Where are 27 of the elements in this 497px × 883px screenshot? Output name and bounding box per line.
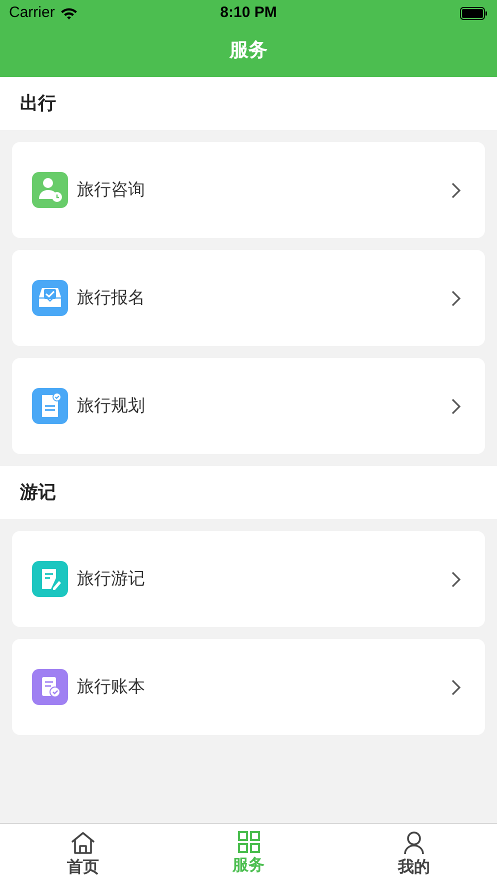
page-title: 服务 xyxy=(230,39,268,64)
carrier-label: Carrier xyxy=(9,2,55,23)
service-item[interactable]: 旅行账本 xyxy=(12,639,485,735)
grid-icon xyxy=(238,831,260,853)
item-label: 旅行账本 xyxy=(77,676,145,698)
tab-item[interactable]: 我的 xyxy=(331,824,497,883)
chevron-right-icon xyxy=(451,398,461,414)
item-label: 旅行游记 xyxy=(77,568,145,590)
service-item[interactable]: 旅行规划 xyxy=(12,358,485,454)
item-label: 旅行咨询 xyxy=(77,179,145,202)
section-title: 游记 xyxy=(20,481,56,504)
home-icon xyxy=(70,831,96,855)
chevron-right-icon xyxy=(451,570,461,588)
battery-icon xyxy=(460,6,488,20)
chevron-right-icon xyxy=(451,290,461,306)
wifi-icon xyxy=(60,6,78,20)
item-label: 旅行报名 xyxy=(77,287,145,310)
chevron-right-icon xyxy=(451,678,461,696)
tab-item[interactable]: 首页 xyxy=(0,824,166,883)
item-label: 旅行规划 xyxy=(77,395,145,418)
section-title: 出行 xyxy=(20,92,56,115)
person-icon xyxy=(403,831,426,855)
service-item[interactable]: 旅行咨询 xyxy=(12,142,485,238)
service-item[interactable]: 旅行报名 xyxy=(12,250,485,346)
chevron-right-icon xyxy=(451,182,461,198)
service-item[interactable]: 旅行游记 xyxy=(12,531,485,627)
status-time: 8:10 PM xyxy=(220,2,277,23)
